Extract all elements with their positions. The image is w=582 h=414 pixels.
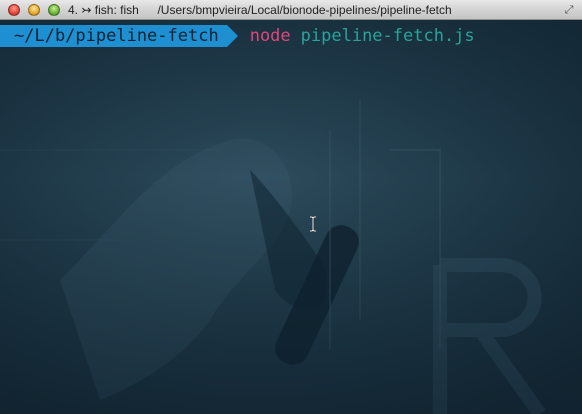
prompt-arrow-icon bbox=[226, 25, 238, 47]
prompt-cwd: ~/L/b/pipeline-fetch bbox=[0, 25, 227, 47]
terminal-view[interactable]: ~/L/b/pipeline-fetch node pipeline-fetch… bbox=[0, 20, 582, 414]
session-title: fish: fish bbox=[94, 3, 139, 17]
zoom-window-button[interactable] bbox=[48, 4, 60, 16]
title-bar[interactable]: 4. ↣ fish: fish /Users/bmpvieira/Local/b… bbox=[0, 0, 582, 20]
prompt-line: ~/L/b/pipeline-fetch node pipeline-fetch… bbox=[0, 25, 475, 47]
terminal-window: 4. ↣ fish: fish /Users/bmpvieira/Local/b… bbox=[0, 0, 582, 414]
window-title: 4. ↣ fish: fish /Users/bmpvieira/Local/b… bbox=[68, 0, 452, 20]
tab-index: 4. bbox=[68, 3, 79, 17]
command-name: node bbox=[249, 26, 291, 46]
window-path: /Users/bmpvieira/Local/bionode-pipelines… bbox=[157, 3, 452, 17]
ibeam-cursor-icon bbox=[310, 216, 316, 232]
minimize-window-button[interactable] bbox=[28, 4, 40, 16]
resize-diagonal-icon[interactable]: ⤢ bbox=[562, 3, 576, 17]
tab-arrow-icon: ↣ bbox=[81, 3, 92, 17]
background-wallpaper bbox=[0, 20, 582, 414]
close-window-button[interactable] bbox=[8, 4, 20, 16]
command-argument: pipeline-fetch.js bbox=[300, 26, 475, 46]
